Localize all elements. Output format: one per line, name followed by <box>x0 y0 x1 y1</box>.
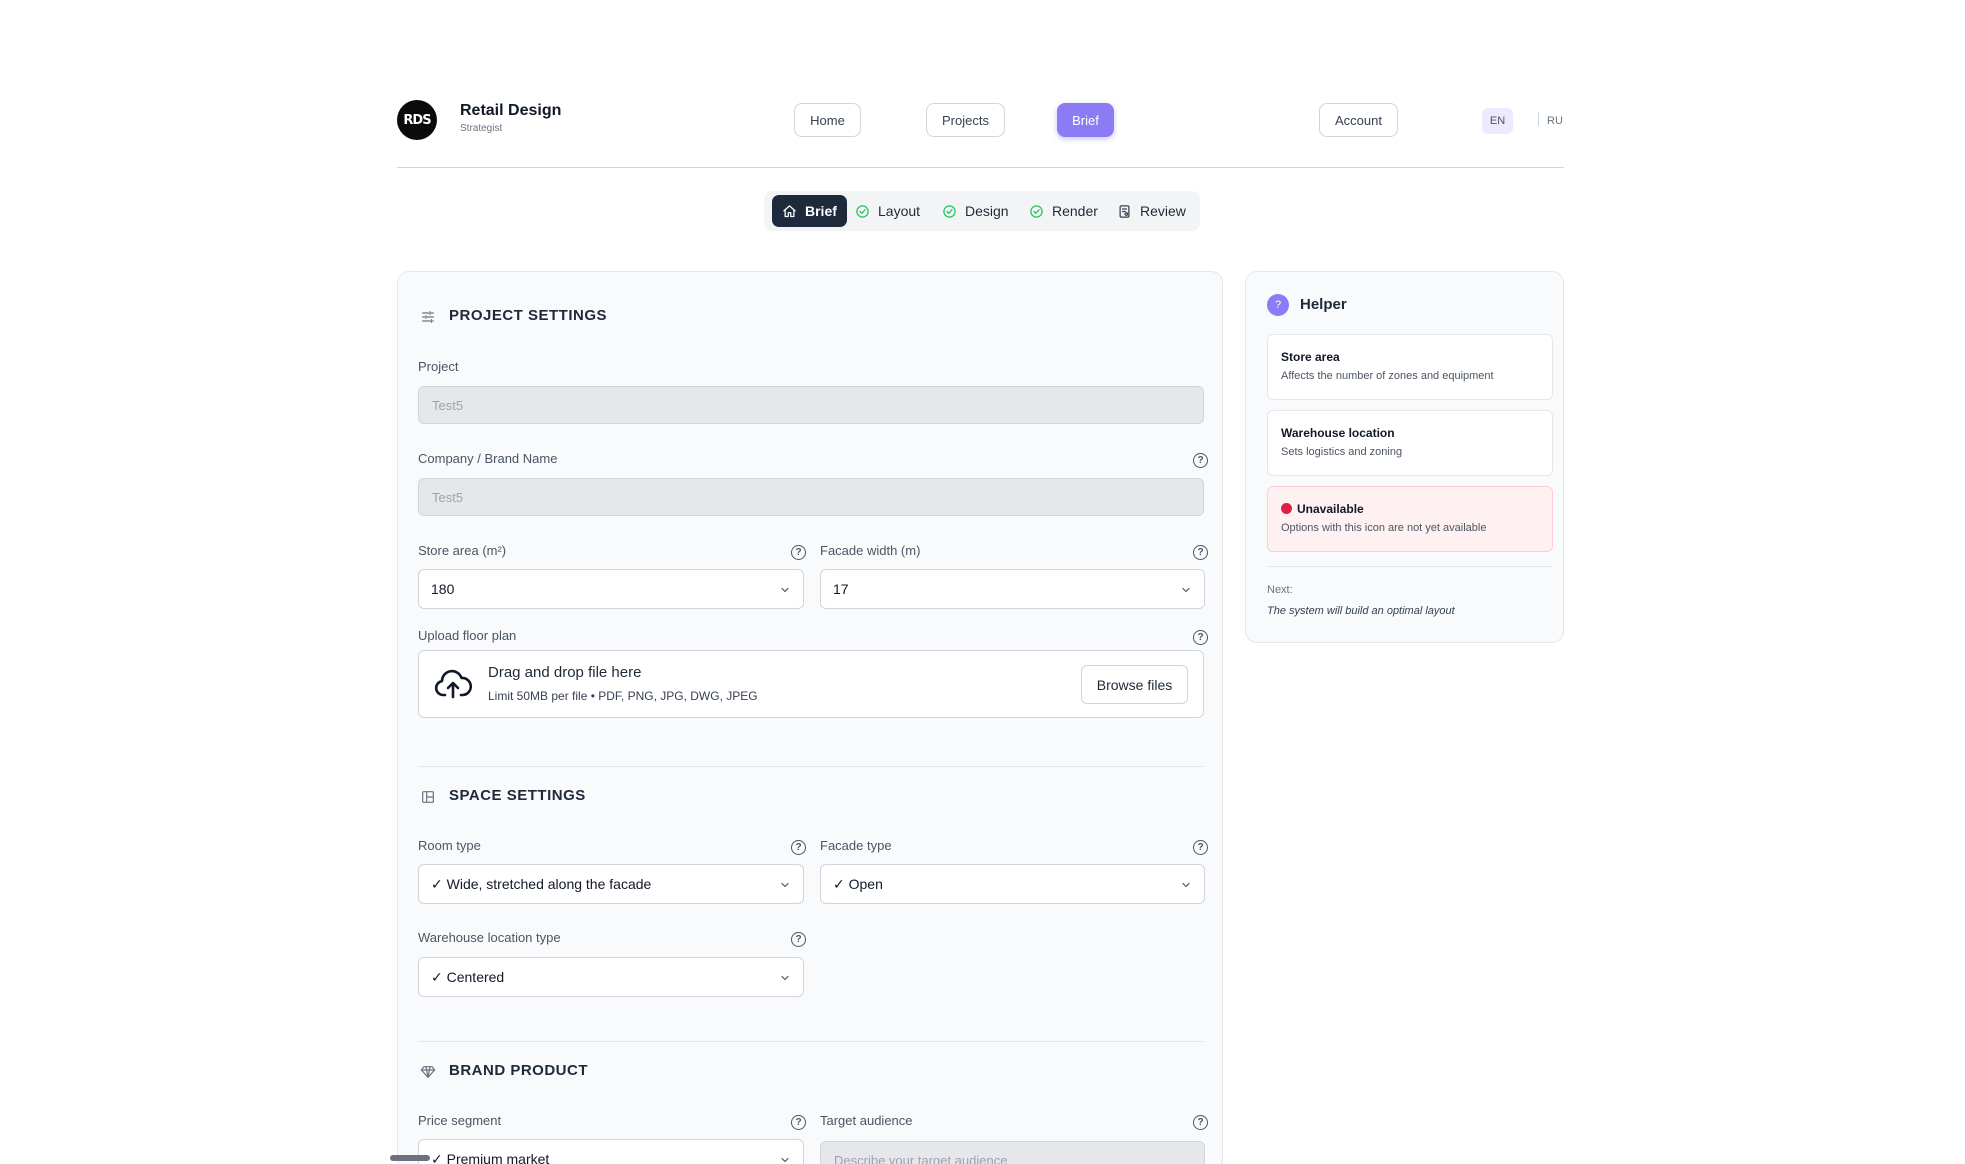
price-segment-select[interactable]: ✓ Premium market <box>418 1139 804 1164</box>
file-dropzone[interactable]: Drag and drop file here Limit 50MB per f… <box>418 650 1204 718</box>
store-area-help-icon[interactable]: ? <box>791 545 806 560</box>
facade-width-label: Facade width (m) <box>820 543 921 558</box>
chevron-down-icon <box>781 975 789 981</box>
step-design[interactable]: Design <box>942 195 1009 227</box>
store-area-label: Store area (m²) <box>418 543 507 558</box>
dropzone-hint: Limit 50MB per file • PDF, PNG, JPG, DWG… <box>488 689 758 703</box>
chevron-down-icon <box>781 882 789 888</box>
room-type-label: Room type <box>418 838 481 853</box>
helper-card-store-area: Store area Affects the number of zones a… <box>1267 334 1553 400</box>
warehouse-select[interactable]: ✓ Centered <box>418 957 804 997</box>
help-badge-icon: ? <box>1267 294 1289 316</box>
unavailable-title: Unavailable <box>1297 502 1364 516</box>
step-design-label: Design <box>965 203 1009 219</box>
helper-card-title: Unavailable <box>1281 502 1364 516</box>
helper-card-text: Sets logistics and zoning <box>1281 446 1403 458</box>
warehouse-value: ✓ Centered <box>431 968 505 985</box>
helper-divider <box>1267 566 1553 567</box>
brand-title: Retail Design <box>460 102 562 119</box>
workflow-stepper: Brief Layout Design Render Review <box>764 191 1200 231</box>
next-label: Next: <box>1267 584 1293 596</box>
horizontal-scrollbar[interactable] <box>390 1155 430 1161</box>
red-dot-icon <box>1281 503 1292 514</box>
brand-subtitle: Strategist <box>460 123 503 134</box>
helper-panel: ? Helper Store area Affects the number o… <box>1245 271 1564 643</box>
warehouse-label: Warehouse location type <box>418 930 561 945</box>
document-icon <box>1119 204 1130 218</box>
project-settings-title: PROJECT SETTINGS <box>449 307 608 324</box>
target-audience-label: Target audience <box>820 1113 913 1128</box>
target-audience-input[interactable]: Describe your target audience <box>820 1141 1205 1164</box>
section-divider <box>418 766 1204 767</box>
cloud-upload-icon <box>434 669 472 699</box>
company-help-icon[interactable]: ? <box>1193 453 1208 468</box>
nav-account-button[interactable]: Account <box>1319 103 1398 137</box>
browse-files-button[interactable]: Browse files <box>1081 665 1188 704</box>
step-review[interactable]: Review <box>1117 195 1186 227</box>
dropzone-title: Drag and drop file here <box>488 664 642 681</box>
space-settings-title: SPACE SETTINGS <box>449 787 586 804</box>
project-label: Project <box>418 359 459 374</box>
diamond-icon <box>420 1066 436 1078</box>
nav-home-button[interactable]: Home <box>794 103 861 137</box>
step-review-label: Review <box>1140 203 1186 219</box>
facade-width-value: 17 <box>833 581 849 597</box>
helper-card-title: Store area <box>1281 350 1340 364</box>
brand-product-title: BRAND PRODUCT <box>449 1062 588 1079</box>
sliders-icon <box>422 311 434 323</box>
room-type-value: ✓ Wide, stretched along the facade <box>431 875 652 892</box>
home-icon <box>783 204 796 217</box>
price-segment-value: ✓ Premium market <box>431 1150 550 1164</box>
price-segment-label: Price segment <box>418 1113 502 1128</box>
company-label: Company / Brand Name <box>418 451 558 466</box>
store-area-value: 180 <box>431 581 455 597</box>
room-type-select[interactable]: ✓ Wide, stretched along the facade <box>418 864 804 904</box>
chevron-down-icon <box>781 1157 789 1163</box>
facade-type-value: ✓ Open <box>833 875 883 892</box>
brand-logo[interactable]: RDS <box>397 100 437 140</box>
layout-grid-icon <box>422 791 434 803</box>
language-en-button[interactable]: EN <box>1482 108 1513 134</box>
upload-help-icon[interactable]: ? <box>1193 630 1208 645</box>
section-divider <box>418 1041 1204 1042</box>
check-circle-icon <box>856 204 869 218</box>
project-field: Test5 <box>418 386 1204 424</box>
helper-card-warehouse: Warehouse location Sets logistics and zo… <box>1267 410 1553 476</box>
price-segment-help-icon[interactable]: ? <box>791 1115 806 1130</box>
helper-card-text: Options with this icon are not yet avail… <box>1281 522 1487 534</box>
step-brief[interactable]: Brief <box>772 195 847 227</box>
helper-card-text: Affects the number of zones and equipmen… <box>1281 370 1494 382</box>
language-ru-button[interactable]: RU <box>1543 108 1567 134</box>
step-render-label: Render <box>1052 203 1098 219</box>
check-circle-icon <box>1030 204 1043 218</box>
helper-card-title: Warehouse location <box>1281 426 1395 440</box>
step-layout[interactable]: Layout <box>855 195 920 227</box>
chevron-down-icon <box>1182 587 1190 593</box>
facade-type-select[interactable]: ✓ Open <box>820 864 1205 904</box>
facade-type-help-icon[interactable]: ? <box>1193 840 1208 855</box>
store-area-select[interactable]: 180 <box>418 569 804 609</box>
company-field: Test5 <box>418 478 1204 516</box>
facade-type-label: Facade type <box>820 838 892 853</box>
warehouse-help-icon[interactable]: ? <box>791 932 806 947</box>
language-separator <box>1538 112 1539 126</box>
room-type-help-icon[interactable]: ? <box>791 840 806 855</box>
facade-width-help-icon[interactable]: ? <box>1193 545 1208 560</box>
next-text: The system will build an optimal layout <box>1267 605 1455 617</box>
facade-width-select[interactable]: 17 <box>820 569 1205 609</box>
step-render[interactable]: Render <box>1029 195 1098 227</box>
helper-title: Helper <box>1300 296 1347 313</box>
step-layout-label: Layout <box>878 203 921 219</box>
nav-brief-button[interactable]: Brief <box>1057 103 1114 137</box>
chevron-down-icon <box>1182 882 1190 888</box>
helper-card-unavailable: Unavailable Options with this icon are n… <box>1267 486 1553 552</box>
nav-projects-button[interactable]: Projects <box>926 103 1005 137</box>
target-audience-help-icon[interactable]: ? <box>1193 1115 1208 1130</box>
chevron-down-icon <box>781 587 789 593</box>
upload-label: Upload floor plan <box>418 628 517 643</box>
check-circle-icon <box>943 204 956 218</box>
brief-form-card: PROJECT SETTINGS Project Test5 Company /… <box>397 271 1223 1164</box>
step-brief-label: Brief <box>805 203 837 219</box>
app-header: RDS Retail Design Strategist Home Projec… <box>397 96 1564 168</box>
